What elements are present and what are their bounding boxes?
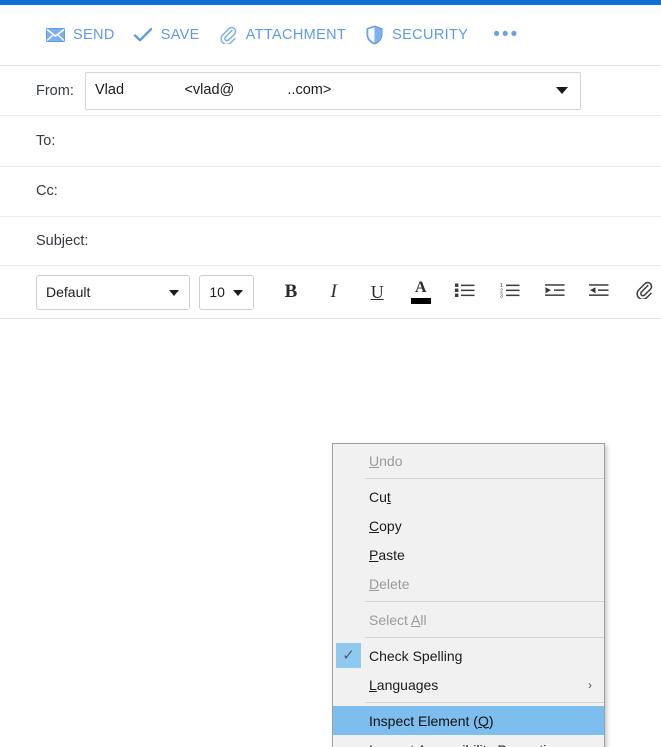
link-button[interactable]	[626, 275, 661, 309]
italic-icon: I	[330, 281, 337, 302]
from-value-address-close: ..com>	[287, 82, 332, 98]
from-value-name: Vlad	[95, 82, 125, 98]
context-menu-item-cut[interactable]: Cut	[333, 482, 604, 511]
to-field-row[interactable]: To:	[0, 116, 661, 167]
context-menu-item-inspect-accessibility-properties[interactable]: Inspect Accessibility Properties	[333, 735, 604, 747]
context-menu-item-inspect-element-label: Inspect Element (Q)	[369, 712, 494, 729]
formatting-toolbar: Default 10 B I U A 1 2 3	[0, 266, 661, 319]
link-icon	[635, 281, 653, 304]
context-menu-item-paste[interactable]: Paste	[333, 540, 604, 569]
font-size-select[interactable]: 10	[199, 274, 254, 310]
context-menu-item-check-spelling[interactable]: ✓ Check Spelling	[333, 641, 604, 670]
check-icon	[133, 25, 153, 45]
outdent-button[interactable]	[582, 275, 617, 309]
save-button-label: SAVE	[160, 27, 200, 43]
context-menu-separator	[365, 478, 604, 479]
from-value-redacted-1: Xxxxxxxx	[124, 82, 184, 98]
cc-field-row[interactable]: Cc:	[0, 167, 661, 217]
chevron-down-icon	[232, 289, 243, 296]
svg-text:3: 3	[500, 293, 503, 298]
envelope-icon	[45, 25, 65, 45]
text-color-swatch	[410, 298, 431, 304]
from-label: From:	[36, 83, 74, 99]
from-value: VladXxxxxxxx<vlad@Xxxxxxx..com>	[95, 82, 331, 98]
attachment-button[interactable]: ATTACHMENT	[209, 16, 355, 54]
underline-icon: U	[370, 281, 384, 302]
context-menu-item-languages[interactable]: Languages ›	[333, 670, 604, 699]
bulleted-list-button[interactable]	[448, 275, 483, 309]
from-dropdown-caret-icon[interactable]	[556, 87, 568, 94]
numbered-list-icon: 1 2 3	[500, 282, 520, 303]
context-menu-item-undo[interactable]: Undo	[333, 446, 604, 475]
shield-icon	[364, 25, 384, 45]
context-menu-item-select-all-label: Select All	[369, 611, 427, 628]
security-button[interactable]: SECURITY	[355, 16, 477, 54]
context-menu-item-languages-label: Languages	[369, 676, 439, 693]
chevron-right-icon: ›	[588, 677, 592, 692]
context-menu-item-undo-label: Undo	[369, 452, 403, 469]
context-menu-item-copy[interactable]: Copy	[333, 511, 604, 540]
font-family-value: Default	[46, 284, 91, 300]
save-button[interactable]: SAVE	[124, 16, 209, 54]
context-menu-separator	[365, 702, 604, 703]
context-menu-item-delete[interactable]: Delete	[333, 569, 604, 598]
context-menu-item-inspect-accessibility-properties-label: Inspect Accessibility Properties	[364, 742, 561, 747]
italic-button[interactable]: I	[316, 275, 351, 309]
send-button[interactable]: SEND	[36, 16, 124, 54]
indent-button[interactable]	[537, 275, 572, 309]
context-menu-item-cut-label: Cut	[369, 488, 391, 505]
send-button-label: SEND	[73, 27, 115, 43]
security-button-label: SECURITY	[392, 27, 469, 43]
font-size-value: 10	[209, 284, 225, 300]
from-input[interactable]: VladXxxxxxxx<vlad@Xxxxxxx..com>	[85, 72, 581, 110]
outdent-icon	[589, 282, 609, 303]
context-menu-item-delete-label: Delete	[369, 575, 410, 592]
paperclip-icon	[218, 25, 238, 45]
text-color-letter: A	[415, 279, 427, 296]
email-compose-window: « SEND SAVE	[0, 0, 661, 747]
context-menu-separator	[365, 601, 604, 602]
chevron-down-icon	[169, 289, 180, 296]
context-menu: Undo Cut Copy Paste Delete Select All ✓ …	[332, 443, 605, 747]
subject-label: Subject:	[36, 233, 89, 249]
context-menu-item-paste-label: Paste	[369, 546, 405, 563]
more-options-icon[interactable]: •••	[483, 25, 529, 44]
attachment-button-label: ATTACHMENT	[245, 27, 347, 43]
context-menu-item-check-spelling-label: Check Spelling	[369, 647, 463, 664]
context-menu-item-select-all[interactable]: Select All	[333, 605, 604, 634]
indent-icon	[544, 282, 565, 303]
text-color-icon: A	[410, 279, 431, 304]
bold-button[interactable]: B	[274, 275, 309, 309]
context-menu-item-inspect-element[interactable]: Inspect Element (Q)	[333, 706, 604, 735]
context-menu-separator	[365, 637, 604, 638]
to-label: To:	[36, 133, 56, 149]
bold-icon: B	[284, 281, 298, 302]
underline-button[interactable]: U	[360, 275, 395, 309]
context-menu-item-copy-label: Copy	[369, 517, 402, 534]
compose-command-toolbar: SEND SAVE ATTACHMENT SECURITY •••	[0, 5, 661, 66]
text-color-button[interactable]: A	[404, 275, 439, 309]
numbered-list-button[interactable]: 1 2 3	[493, 275, 528, 309]
subject-field-row[interactable]: Subject:	[0, 217, 661, 266]
bulleted-list-icon	[455, 282, 475, 303]
checkmark-icon: ✓	[336, 643, 361, 668]
cc-label: Cc:	[36, 183, 58, 199]
from-value-address-open: <vlad@	[184, 82, 235, 98]
font-family-select[interactable]: Default	[36, 274, 191, 310]
from-value-redacted-2: Xxxxxxx	[234, 82, 287, 98]
